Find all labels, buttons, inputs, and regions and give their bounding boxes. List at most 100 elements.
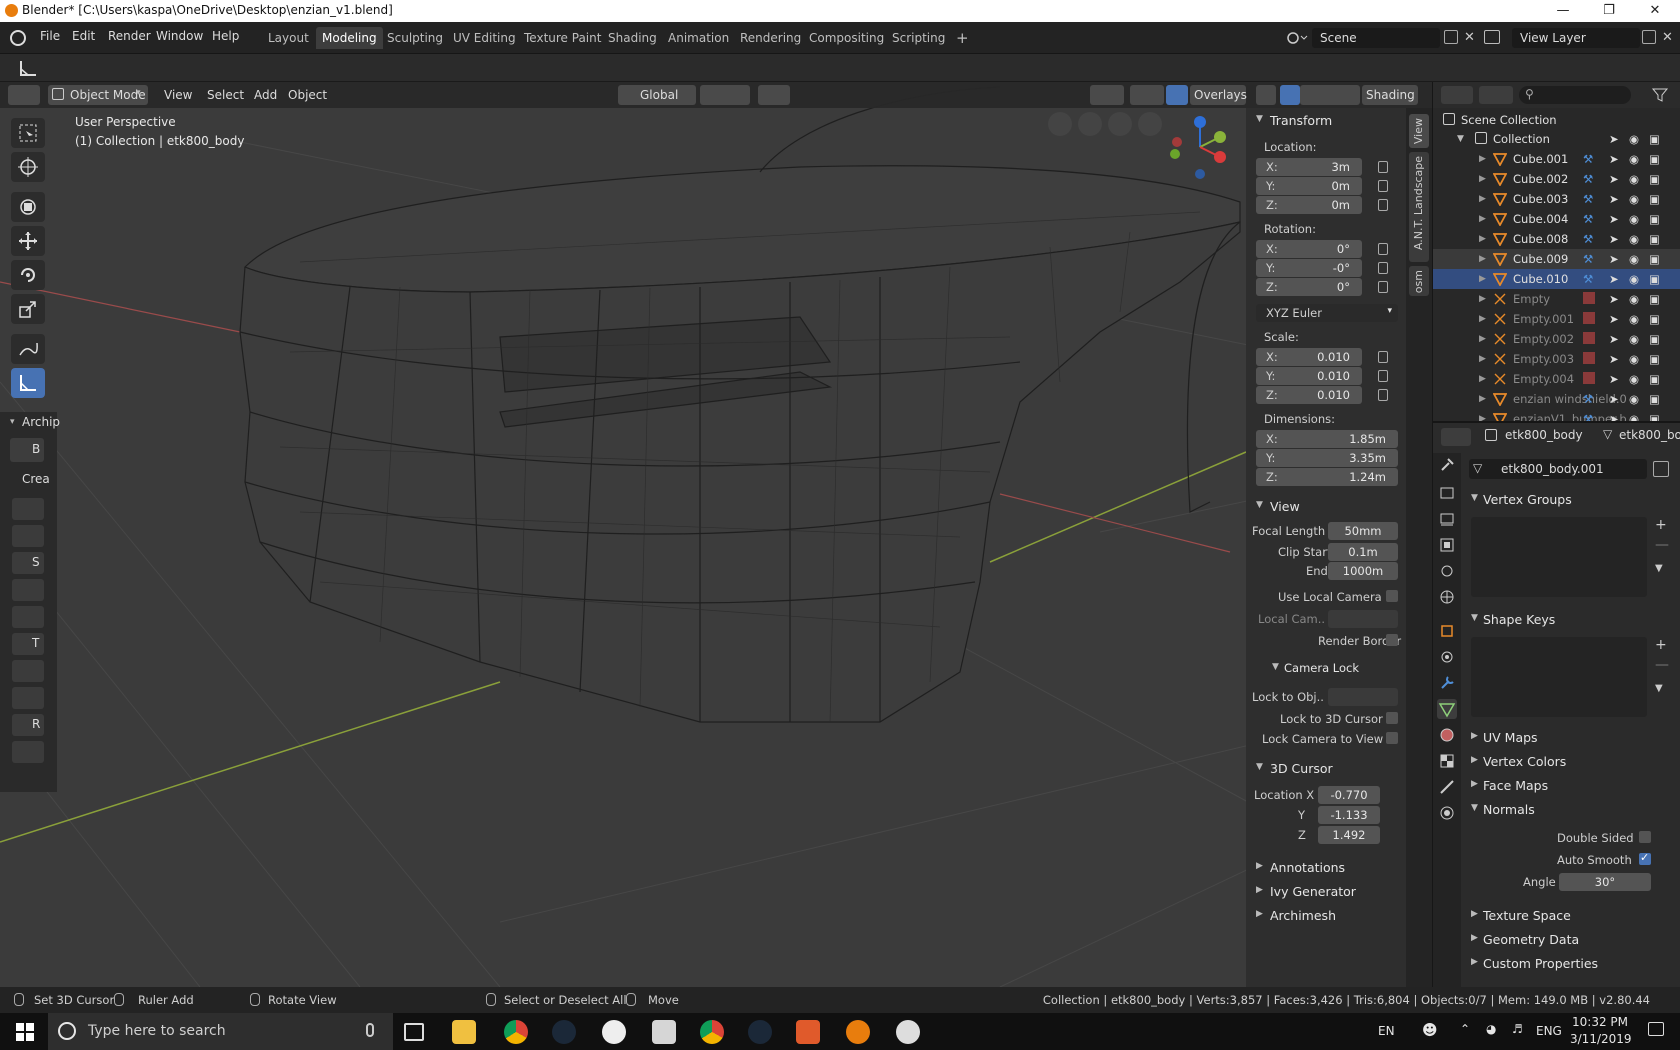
visibility-eye-icon[interactable]: ◉ bbox=[1629, 132, 1641, 146]
input-language[interactable]: EN bbox=[1378, 1024, 1395, 1038]
outliner-search-input[interactable]: ⚲ bbox=[1519, 86, 1631, 104]
notifications-icon[interactable] bbox=[1648, 1022, 1664, 1036]
tab-layout[interactable]: Layout bbox=[262, 27, 315, 49]
menu-edit[interactable]: Edit bbox=[72, 29, 95, 43]
modifier-wrench-icon[interactable]: ⚒ bbox=[1583, 212, 1595, 226]
render-camera-icon[interactable]: ▣ bbox=[1649, 332, 1661, 346]
visibility-eye-icon[interactable]: ◉ bbox=[1629, 252, 1641, 266]
view-layer-close-icon[interactable]: ✕ bbox=[1662, 30, 1673, 45]
archip-truss-button[interactable]: T bbox=[12, 633, 44, 655]
outliner-row-object[interactable]: ▶ Cube.002 ⚒ ➤ ◉ ▣ bbox=[1433, 169, 1680, 189]
zoom-icon[interactable] bbox=[1138, 112, 1162, 136]
view-layer-icon[interactable] bbox=[1484, 30, 1500, 44]
outliner-row-collection[interactable]: ▼ Collection ➤ ◉ ▣ bbox=[1433, 129, 1680, 149]
expand-arrow-icon[interactable]: ▶ bbox=[1479, 374, 1486, 384]
rotation-mode-dropdown[interactable]: XYZ Euler ▾ bbox=[1256, 304, 1398, 322]
visibility-eye-icon[interactable]: ◉ bbox=[1629, 272, 1641, 286]
steam-icon[interactable] bbox=[552, 1020, 576, 1044]
properties-editor-type-icon[interactable] bbox=[1441, 428, 1471, 446]
render-camera-icon[interactable]: ▣ bbox=[1649, 352, 1661, 366]
auto-smooth-checkbox[interactable]: ✓ bbox=[1639, 851, 1651, 865]
steam-client-icon[interactable] bbox=[748, 1020, 772, 1044]
output-tab-icon[interactable] bbox=[1437, 509, 1457, 529]
visibility-eye-icon[interactable]: ◉ bbox=[1629, 212, 1641, 226]
viewport-menu-object[interactable]: Object bbox=[288, 88, 327, 102]
tab-shading[interactable]: Shading bbox=[602, 27, 663, 49]
tab-modeling[interactable]: Modeling bbox=[316, 27, 383, 49]
expand-arrow-icon[interactable]: ▶ bbox=[1479, 394, 1486, 404]
render-camera-icon[interactable]: ▣ bbox=[1649, 152, 1661, 166]
expand-arrow-icon[interactable]: ▶ bbox=[1479, 314, 1486, 324]
wireframe-shading-icon[interactable] bbox=[1280, 85, 1300, 105]
viewport-menu-view[interactable]: View bbox=[164, 88, 192, 102]
outliner-row-object[interactable]: ▶ Cube.003 ⚒ ➤ ◉ ▣ bbox=[1433, 189, 1680, 209]
clip-end-field[interactable]: 1000m bbox=[1328, 562, 1398, 580]
clip-start-field[interactable]: 0.1m bbox=[1328, 543, 1398, 561]
tray-chevron-up-icon[interactable]: ⌃ bbox=[1460, 1022, 1470, 1036]
tab-osm[interactable]: osm bbox=[1409, 266, 1429, 296]
transform-panel-header[interactable]: ▼ Transform bbox=[1246, 108, 1406, 132]
render-border-checkbox[interactable] bbox=[1386, 634, 1398, 646]
selectable-arrow-icon[interactable]: ➤ bbox=[1609, 232, 1621, 246]
visibility-eye-icon[interactable]: ◉ bbox=[1629, 352, 1641, 366]
visibility-eye-icon[interactable]: ◉ bbox=[1629, 292, 1641, 306]
visibility-eye-icon[interactable]: ◉ bbox=[1629, 332, 1641, 346]
tab-compositing[interactable]: Compositing bbox=[803, 27, 890, 49]
rotation-z-field[interactable]: Z: 0° bbox=[1256, 278, 1362, 296]
menu-help[interactable]: Help bbox=[212, 29, 239, 43]
outliner-row-object[interactable]: ▶ Empty.001 ➤ ◉ ▣ bbox=[1433, 309, 1680, 329]
shape-key-menu-icon[interactable]: ▼ bbox=[1655, 683, 1663, 694]
selectable-arrow-icon[interactable]: ➤ bbox=[1609, 292, 1621, 306]
outliner-row-object[interactable]: ▶ enzian windshield.0 ⚒ ➤ ◉ ▣ bbox=[1433, 389, 1680, 409]
toggle-camera-grid-icon[interactable] bbox=[1048, 112, 1072, 136]
keyboard-language[interactable]: ENG bbox=[1536, 1024, 1562, 1038]
expand-arrow-icon[interactable]: ▶ bbox=[1479, 214, 1486, 224]
selectable-arrow-icon[interactable]: ➤ bbox=[1609, 252, 1621, 266]
texture-tab-icon[interactable] bbox=[1437, 751, 1457, 771]
selectable-arrow-icon[interactable]: ➤ bbox=[1609, 152, 1621, 166]
dimensions-x-field[interactable]: X: 1.85m bbox=[1256, 430, 1398, 448]
visibility-eye-icon[interactable]: ◉ bbox=[1629, 152, 1641, 166]
local-camera-field[interactable] bbox=[1328, 610, 1398, 628]
tab-sculpting[interactable]: Sculpting bbox=[381, 27, 449, 49]
transform-orientation-dropdown[interactable]: Global bbox=[618, 85, 696, 105]
scale-z-field[interactable]: Z: 0.010 bbox=[1256, 386, 1362, 404]
shape-key-add-icon[interactable]: + bbox=[1655, 637, 1667, 653]
shape-keys-panel-header[interactable]: ▼ Shape Keys bbox=[1461, 607, 1680, 631]
measure-tool-icon[interactable] bbox=[18, 59, 38, 80]
cursor-y-field[interactable]: -1.133 bbox=[1318, 806, 1380, 824]
archimesh-panel-header[interactable]: ▶ Archimesh bbox=[1246, 903, 1406, 927]
clock-date[interactable]: 3/11/2019 bbox=[1570, 1032, 1632, 1046]
render-camera-icon[interactable]: ▣ bbox=[1649, 372, 1661, 386]
render-camera-icon[interactable]: ▣ bbox=[1649, 312, 1661, 326]
selectable-arrow-icon[interactable]: ➤ bbox=[1609, 132, 1621, 146]
modifier-wrench-icon[interactable] bbox=[1437, 673, 1457, 693]
blender-menu-icon[interactable] bbox=[10, 30, 26, 46]
minimize-button[interactable]: — bbox=[1540, 0, 1586, 22]
geometry-data-panel-header[interactable]: ▶ Geometry Data bbox=[1461, 927, 1680, 951]
view-layer-field[interactable]: View Layer bbox=[1512, 28, 1640, 48]
location-x-field[interactable]: X: 3m bbox=[1256, 158, 1362, 176]
expand-arrow-icon[interactable]: ▶ bbox=[1479, 254, 1486, 264]
archip-fence-button[interactable] bbox=[12, 606, 44, 628]
expand-arrow-icon[interactable]: ▶ bbox=[1479, 334, 1486, 344]
object-types-visibility-icon[interactable] bbox=[1090, 85, 1124, 105]
custom-properties-panel-header[interactable]: ▶ Custom Properties bbox=[1461, 951, 1680, 975]
scene-name-field[interactable]: Scene bbox=[1312, 28, 1440, 48]
cursor-x-field[interactable]: -0.770 bbox=[1318, 786, 1380, 804]
wifi-icon[interactable]: ◕ bbox=[1486, 1022, 1496, 1036]
image-empty-icon[interactable] bbox=[1583, 332, 1595, 344]
vertex-groups-list[interactable] bbox=[1471, 517, 1647, 597]
editor-type-icon[interactable] bbox=[8, 85, 40, 105]
normals-panel-header[interactable]: ▼ Normals bbox=[1461, 797, 1680, 821]
mesh-datablock-field[interactable]: ▽ etk800_body.001 bbox=[1469, 459, 1647, 479]
image-empty-icon[interactable] bbox=[1583, 312, 1595, 324]
texture-space-panel-header[interactable]: ▶ Texture Space bbox=[1461, 903, 1680, 927]
lock-location-y-icon[interactable] bbox=[1378, 180, 1388, 192]
outliner-row-object[interactable]: ▶ Cube.004 ⚒ ➤ ◉ ▣ bbox=[1433, 209, 1680, 229]
viewport-menu-select[interactable]: Select bbox=[207, 88, 244, 102]
lock-location-x-icon[interactable] bbox=[1378, 161, 1388, 173]
object-mode-dropdown[interactable]: Object Mode ▾ bbox=[48, 85, 148, 105]
vertex-colors-panel-header[interactable]: ▶ Vertex Colors bbox=[1461, 749, 1680, 773]
tab-rendering[interactable]: Rendering bbox=[734, 27, 807, 49]
